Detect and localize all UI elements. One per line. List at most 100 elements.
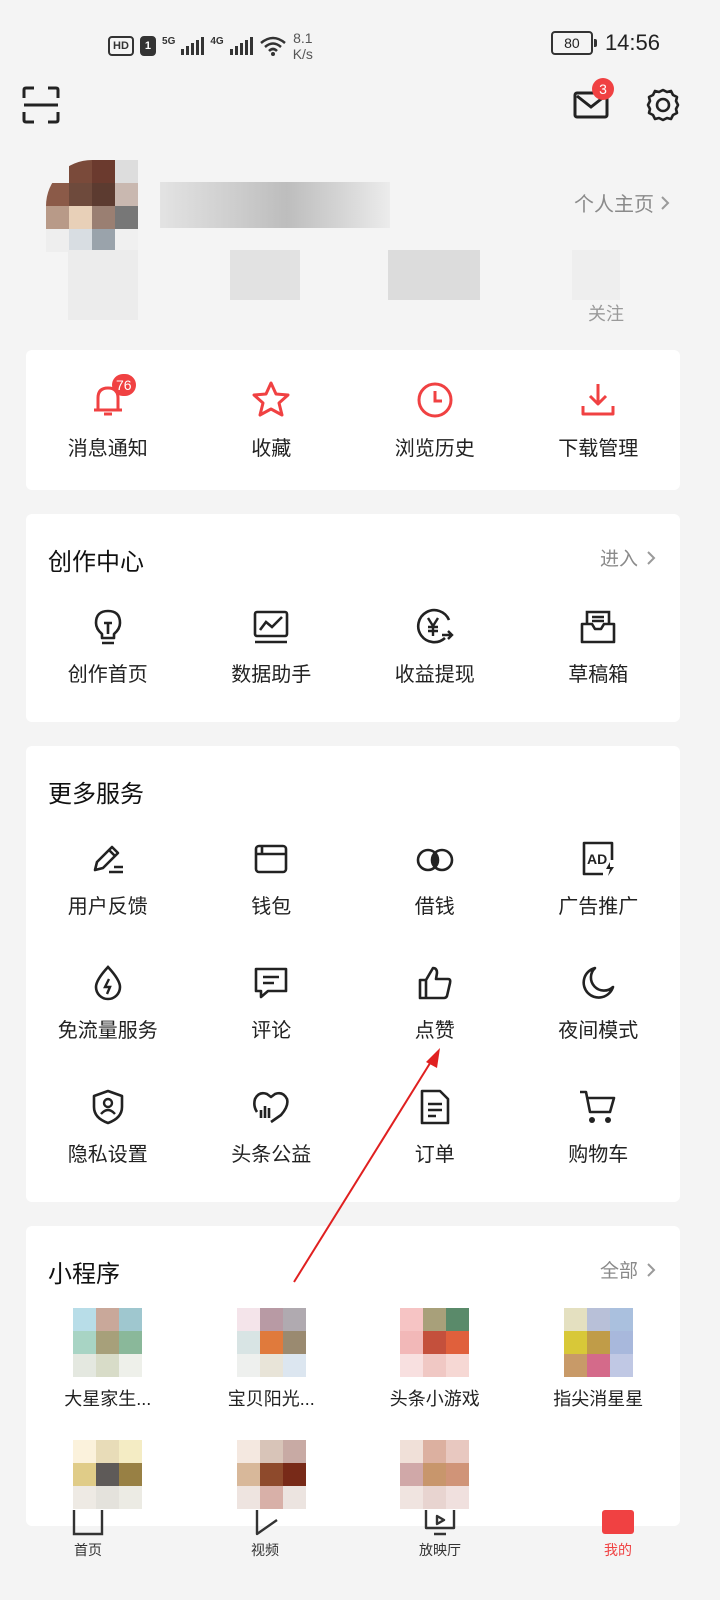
nav-label: 视频 (251, 1542, 279, 1558)
signal-icon (181, 37, 205, 55)
lightbulb-icon (94, 609, 122, 645)
speed-value: 8.1 (293, 30, 313, 46)
moon-icon (582, 966, 615, 999)
mini-program-icon (563, 1308, 633, 1377)
loan-icon (416, 848, 454, 872)
creation-earnings[interactable]: 收益提现 (353, 608, 517, 687)
service-label: 用户反馈 (67, 896, 148, 918)
service-ads[interactable]: AD 广告推广 (517, 840, 681, 919)
sim-indicator: 1 (139, 36, 157, 56)
creation-center-enter[interactable]: 进入 (600, 544, 656, 571)
shield-user-icon (92, 1089, 124, 1125)
service-free-data[interactable]: 免流量服务 (26, 964, 190, 1043)
creation-label: 草稿箱 (568, 664, 629, 686)
mini-program-6[interactable] (190, 1440, 354, 1509)
nav-theater[interactable]: 放映厅 (380, 1510, 500, 1560)
creation-center-card: 创作中心 进入 创作首页 数据助手 收益提现 草稿箱 (26, 514, 680, 722)
service-night-mode[interactable]: 夜间模式 (517, 964, 681, 1043)
more-services-card: 更多服务 用户反馈 钱包 借钱 AD 广告推广 免流量服务 评论 点赞 夜间模式… (26, 746, 680, 1202)
net-4g-label: 4G (210, 35, 224, 47)
mini-program-label: 大星家生... (64, 1389, 152, 1409)
home-icon (72, 1510, 104, 1536)
service-label: 点赞 (414, 1020, 455, 1042)
quick-action-history[interactable]: 浏览历史 (353, 380, 517, 461)
service-label: 订单 (414, 1144, 455, 1166)
cart-icon (580, 1090, 616, 1123)
mini-programs-title: 小程序 (48, 1261, 120, 1288)
creation-center-title: 创作中心 (48, 549, 144, 576)
quick-action-favorites[interactable]: 收藏 (190, 380, 354, 461)
nav-video[interactable]: 视频 (205, 1510, 325, 1560)
stat-blur-1 (68, 250, 138, 320)
mini-program-label: 指尖消星星 (553, 1389, 644, 1409)
personal-homepage-label: 个人主页 (574, 194, 654, 216)
follow-label: 关注 (588, 304, 624, 324)
mini-program-icon (236, 1308, 306, 1377)
mini-program-empty (517, 1440, 681, 1509)
personal-homepage-link[interactable]: 个人主页 (574, 188, 670, 217)
nav-home[interactable]: 首页 (28, 1510, 148, 1560)
mini-program-label: 头条小游戏 (389, 1389, 480, 1409)
scan-button[interactable] (22, 86, 60, 124)
service-likes[interactable]: 点赞 (353, 964, 517, 1043)
scan-icon (22, 86, 60, 124)
creation-home[interactable]: 创作首页 (26, 608, 190, 687)
settings-button[interactable] (644, 86, 682, 124)
mini-program-7[interactable] (353, 1440, 517, 1509)
quick-action-downloads[interactable]: 下载管理 (517, 380, 681, 461)
clock-icon (417, 382, 453, 418)
service-charity[interactable]: 头条公益 (190, 1088, 354, 1167)
nav-me[interactable]: 我的 (558, 1510, 678, 1560)
service-label: 免流量服务 (57, 1020, 158, 1042)
mini-programs-row-2 (26, 1440, 680, 1509)
mini-program-3[interactable]: 头条小游戏 (353, 1308, 517, 1411)
service-label: 评论 (251, 1020, 292, 1042)
creation-drafts[interactable]: 草稿箱 (517, 608, 681, 687)
pen-icon (93, 845, 123, 874)
mini-programs-card: 小程序 全部 大星家生... 宝贝阳光... 头条小游戏 指尖消星星 (26, 1226, 680, 1526)
service-privacy[interactable]: 隐私设置 (26, 1088, 190, 1167)
mini-program-icon (236, 1440, 306, 1509)
creation-label: 收益提现 (394, 664, 475, 686)
service-orders[interactable]: 订单 (353, 1088, 517, 1167)
video-icon (255, 1510, 278, 1536)
avatar[interactable] (46, 160, 138, 252)
service-comments[interactable]: 评论 (190, 964, 354, 1043)
service-label: 广告推广 (558, 896, 639, 918)
chevron-right-icon (647, 550, 656, 565)
service-loan[interactable]: 借钱 (353, 840, 517, 919)
enter-label: 进入 (599, 549, 638, 570)
service-cart[interactable]: 购物车 (517, 1088, 681, 1167)
service-wallet[interactable]: 钱包 (190, 840, 354, 919)
mini-program-2[interactable]: 宝贝阳光... (190, 1308, 354, 1411)
notification-badge: 76 (112, 374, 136, 396)
mini-programs-row-1: 大星家生... 宝贝阳光... 头条小游戏 指尖消星星 (26, 1308, 680, 1411)
creation-data-assistant[interactable]: 数据助手 (190, 608, 354, 687)
comment-icon (254, 967, 288, 999)
quick-action-notifications[interactable]: 76 消息通知 (26, 374, 190, 461)
mini-program-5[interactable] (26, 1440, 190, 1509)
creation-label: 数据助手 (231, 664, 312, 686)
services-row-3: 隐私设置 头条公益 订单 购物车 (26, 1088, 680, 1167)
creation-grid: 创作首页 数据助手 收益提现 草稿箱 (26, 608, 680, 687)
service-label: 隐私设置 (67, 1144, 148, 1166)
mini-programs-all[interactable]: 全部 (600, 1256, 656, 1283)
services-row-1: 用户反馈 钱包 借钱 AD 广告推广 (26, 840, 680, 919)
service-feedback[interactable]: 用户反馈 (26, 840, 190, 919)
all-label: 全部 (599, 1261, 638, 1282)
charity-icon (253, 1091, 289, 1124)
bottom-nav: 首页 视频 放映厅 我的 (0, 1510, 720, 1600)
username-blurred (160, 182, 390, 228)
status-bar: HD 1 5G 4G 8.1 K/s 80 14:56 (0, 0, 720, 90)
mini-program-1[interactable]: 大星家生... (26, 1308, 190, 1411)
mail-badge: 3 (592, 78, 614, 100)
mini-program-4[interactable]: 指尖消星星 (517, 1308, 681, 1411)
username-blur-block (160, 182, 390, 228)
me-icon (602, 1510, 634, 1534)
chevron-right-icon (647, 1262, 656, 1277)
thumbs-up-icon (418, 966, 452, 1000)
stat-blur-4 (572, 250, 620, 300)
mini-program-icon (400, 1308, 470, 1377)
stat-blur-2 (230, 250, 300, 300)
mini-program-icon (73, 1440, 143, 1509)
